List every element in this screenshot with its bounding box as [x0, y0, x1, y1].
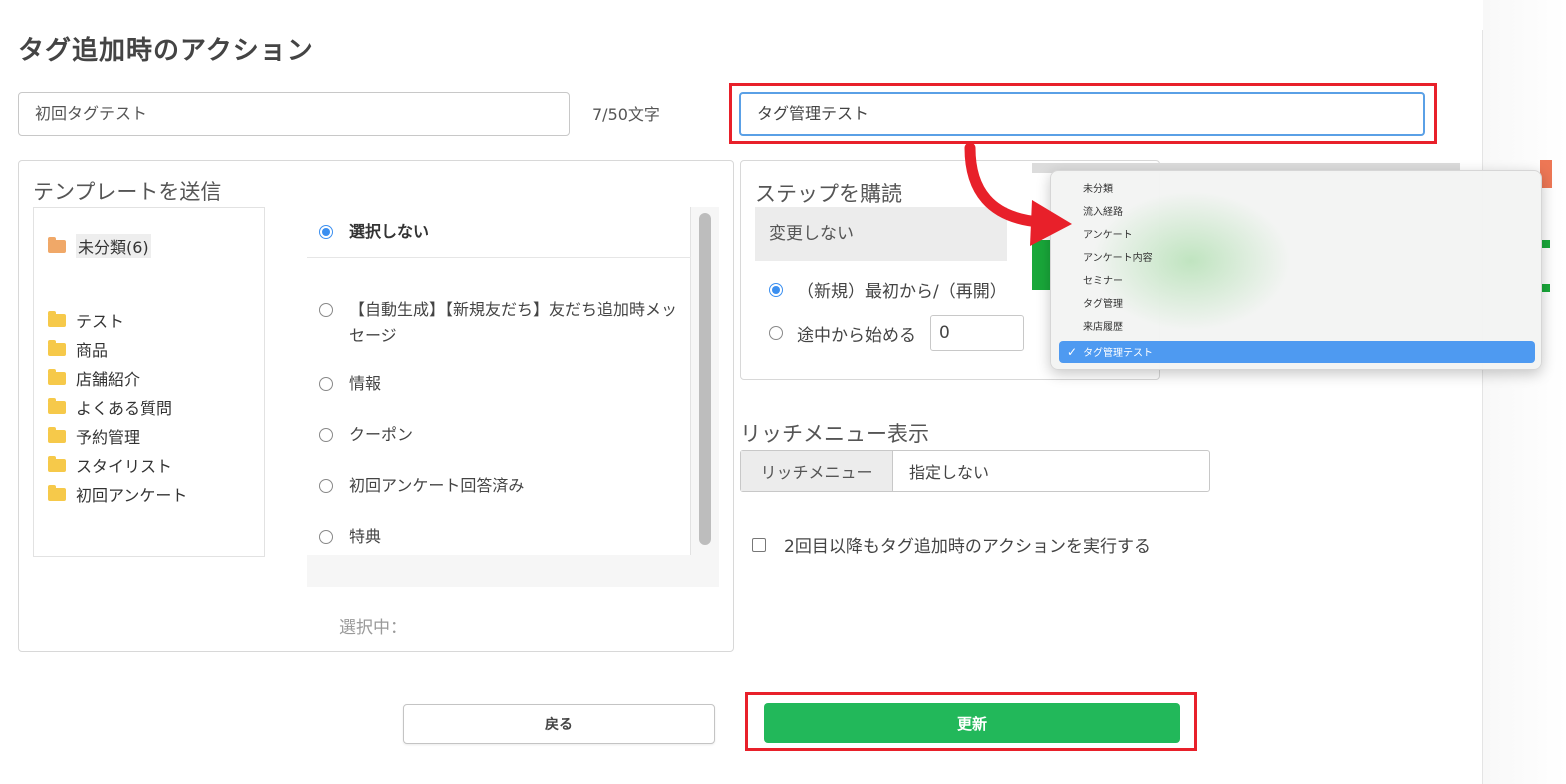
folder-label: テスト: [76, 312, 125, 331]
highlight-frame-update-button: [745, 692, 1197, 751]
highlight-frame-folder-select: [729, 83, 1437, 144]
radio-icon[interactable]: [319, 530, 333, 544]
back-button[interactable]: 戻る: [403, 704, 715, 744]
template-folder-list: 未分類(6) テスト 商品 店舗紹介 よくある質問 予約管理 スタイリスト 初回…: [33, 207, 265, 557]
folder-label: よくある質問: [76, 399, 173, 418]
folder-label: 商品: [76, 341, 109, 360]
folder-icon: [48, 397, 66, 414]
folder-icon: [48, 339, 66, 356]
repeat-action-label: 2回目以降もタグ追加時のアクションを実行する: [784, 537, 1151, 557]
folder-open-icon: [48, 236, 66, 253]
template-option-label: 選択しない: [349, 222, 430, 241]
overlay-green-marker: [1542, 284, 1550, 292]
radio-icon[interactable]: [319, 303, 333, 317]
folder-label: 未分類(6): [76, 234, 151, 258]
folder-label: 予約管理: [76, 428, 141, 447]
radio-icon[interactable]: [319, 479, 333, 493]
radio-icon[interactable]: [319, 428, 333, 442]
divider: [307, 257, 691, 258]
checkmark-icon: ✓: [1067, 345, 1078, 359]
folder-icon: [48, 484, 66, 501]
folder-icon: [48, 426, 66, 443]
template-heading: テンプレートを送信: [33, 180, 222, 204]
template-options-list: 選択しない 【自動生成】【新規友だち】友だち追加時メッセージ 情報 クーポン 初…: [307, 207, 719, 587]
rich-menu-heading: リッチメニュー表示: [740, 422, 929, 446]
template-options-scroll-area[interactable]: 選択しない 【自動生成】【新規友だち】友だち追加時メッセージ 情報 クーポン 初…: [307, 207, 691, 555]
folder-item-test[interactable]: テスト: [48, 308, 124, 332]
background-shade: [1483, 0, 1566, 784]
step-radio-middle[interactable]: 途中から始める 0: [769, 315, 1024, 351]
options-scrollbar[interactable]: [699, 213, 711, 545]
dropdown-item[interactable]: 流入経路: [1059, 202, 1535, 224]
folder-label: 初回アンケート: [76, 486, 188, 505]
folder-label: 店舗紹介: [76, 370, 141, 389]
checkbox[interactable]: [752, 537, 766, 552]
step-radio-label: 途中から始める: [797, 325, 916, 346]
folder-item-products[interactable]: 商品: [48, 337, 108, 361]
dropdown-item[interactable]: アンケート: [1059, 225, 1535, 247]
rich-menu-label: リッチメニュー: [741, 451, 893, 491]
template-option-label: 情報: [349, 374, 382, 393]
template-option-bonus[interactable]: 特典: [319, 524, 689, 550]
dropdown-item[interactable]: セミナー: [1059, 271, 1535, 293]
step-middle-input[interactable]: 0: [930, 315, 1024, 351]
dropdown-item-selected[interactable]: ✓ タグ管理テスト: [1059, 341, 1535, 363]
radio-icon[interactable]: [319, 377, 333, 391]
template-option-survey-answered[interactable]: 初回アンケート回答済み: [319, 473, 689, 499]
dropdown-item-label: タグ管理テスト: [1083, 348, 1154, 359]
template-option-coupon[interactable]: クーポン: [319, 422, 689, 448]
dropdown-item[interactable]: タグ管理: [1059, 294, 1535, 316]
folder-label: スタイリスト: [76, 457, 173, 476]
folder-icon: [48, 310, 66, 327]
tag-name-input[interactable]: 初回タグテスト: [18, 92, 570, 136]
template-option-info[interactable]: 情報: [319, 371, 689, 397]
folder-item-store-intro[interactable]: 店舗紹介: [48, 366, 140, 390]
template-option-label: 特典: [349, 527, 382, 546]
dropdown-item[interactable]: 未分類: [1059, 179, 1535, 201]
selected-template-label: 選択中：: [339, 618, 407, 638]
template-option-label: 初回アンケート回答済み: [349, 476, 525, 495]
template-option-none[interactable]: 選択しない: [319, 219, 689, 245]
page-title: タグ追加時のアクション: [18, 36, 314, 66]
folder-dropdown-menu: 未分類 流入経路 アンケート アンケート内容 セミナー タグ管理 来店履歴 ✓ タ…: [1050, 170, 1542, 370]
step-radio-restart[interactable]: （新規）最初から/（再開）: [769, 277, 1007, 302]
radio-checked-icon[interactable]: [769, 282, 783, 297]
step-radio-label: （新規）最初から/（再開）: [797, 282, 1007, 302]
repeat-action-option[interactable]: 2回目以降もタグ追加時のアクションを実行する: [752, 532, 1151, 557]
folder-item-first-survey[interactable]: 初回アンケート: [48, 482, 187, 506]
overlay-green-marker: [1542, 240, 1550, 248]
folder-item-reservation[interactable]: 予約管理: [48, 424, 140, 448]
template-option-label: 【自動生成】【新規友だち】友だち追加時メッセージ: [349, 300, 678, 345]
folder-item-stylist[interactable]: スタイリスト: [48, 453, 172, 477]
folder-item-unclassified[interactable]: 未分類(6): [48, 234, 151, 258]
rich-menu-select[interactable]: 指定しない: [893, 451, 1209, 491]
dropdown-item[interactable]: アンケート内容: [1059, 248, 1535, 270]
folder-icon: [48, 368, 66, 385]
radio-icon[interactable]: [769, 326, 783, 340]
folder-icon: [48, 455, 66, 472]
char-count: 7/50文字: [592, 105, 660, 124]
rich-menu-select-group: リッチメニュー 指定しない: [740, 450, 1210, 492]
divider: [1482, 30, 1483, 784]
folder-item-faq[interactable]: よくある質問: [48, 395, 172, 419]
radio-checked-icon[interactable]: [319, 225, 333, 239]
step-heading: ステップを購読: [755, 182, 902, 206]
template-option-auto-welcome[interactable]: 【自動生成】【新規友だち】友だち追加時メッセージ: [319, 297, 689, 349]
dropdown-item[interactable]: 来店履歴: [1059, 317, 1535, 339]
template-send-panel: テンプレートを送信 未分類(6) テスト 商品 店舗紹介 よくある質問 予約管理: [18, 160, 734, 652]
template-option-label: クーポン: [349, 425, 414, 444]
red-arrow-icon: [964, 142, 1072, 246]
